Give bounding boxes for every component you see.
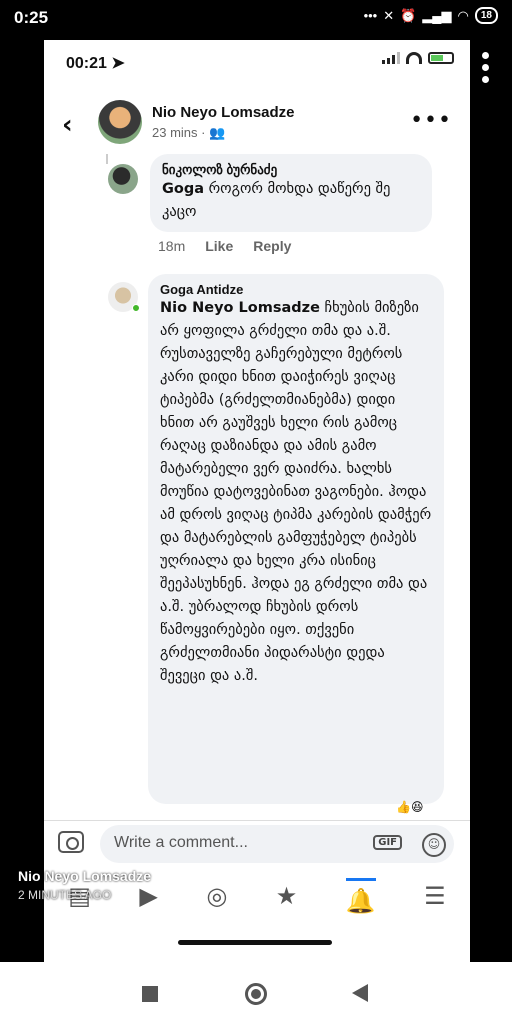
android-nav-bar xyxy=(0,962,512,1024)
recents-icon[interactable] xyxy=(142,986,158,1002)
watch-tab-icon[interactable]: ▶ xyxy=(139,882,157,910)
inner-clock: 00:21 ➤ xyxy=(66,55,125,72)
inner-status-bar: 00:21 ➤ xyxy=(44,40,470,84)
wifi-icon: ◠ xyxy=(457,7,469,23)
outer-status-icons: ••• ✕ ⏰ ▂▄▆ ◠ 18 xyxy=(364,7,498,24)
screenshot-phone: 00:21 ➤ ‹ Nio Neyo Lomsadze 23 mins · 👥 … xyxy=(44,40,470,962)
home-icon[interactable] xyxy=(245,983,267,1005)
outer-clock: 0:25 xyxy=(14,8,49,27)
comment-time: 18m xyxy=(158,238,186,254)
mute-icon: ✕ xyxy=(383,7,395,23)
marketplace-tab-icon[interactable]: ★ xyxy=(276,882,298,910)
post-meta: 23 mins · 👥 xyxy=(152,125,226,140)
mention[interactable]: Goga xyxy=(162,181,204,197)
comment-text: Nio Neyo Lomsadze ჩხუბის მიზეზი არ ყოფილ… xyxy=(160,300,432,684)
wifi-icon xyxy=(406,52,422,64)
battery-icon xyxy=(428,52,454,64)
friends-icon: 👥 xyxy=(209,125,226,140)
back-arrow-icon[interactable]: ‹ xyxy=(62,110,73,140)
story-overlay-time: 2 MINUTES AGO xyxy=(18,888,112,902)
avatar[interactable] xyxy=(98,100,142,144)
online-indicator xyxy=(132,304,140,312)
comment-author[interactable]: Goga Antidze xyxy=(160,282,432,297)
signal-icon: ▂▄▆ xyxy=(422,7,452,23)
home-indicator xyxy=(178,940,332,945)
signal-icon xyxy=(382,52,400,64)
gif-button[interactable]: GIF xyxy=(373,835,402,850)
menu-tab-icon[interactable]: ☰ xyxy=(424,882,446,910)
like-button[interactable]: Like xyxy=(205,238,233,254)
avatar[interactable] xyxy=(108,164,138,194)
comment-bubble: Goga Antidze Nio Neyo Lomsadze ჩხუბის მი… xyxy=(148,274,444,804)
comment-text: Goga როგორ მოხდა დაწერე შე კაცო xyxy=(162,181,391,220)
notifications-tab-icon[interactable]: 🔔 xyxy=(345,877,376,915)
alarm-icon: ⏰ xyxy=(400,7,417,23)
more-options-icon[interactable]: ••• xyxy=(410,108,452,133)
thread-line xyxy=(106,154,108,164)
camera-icon[interactable] xyxy=(58,831,84,853)
comment-composer: Write a comment... GIF ☺ xyxy=(44,820,470,868)
outer-status-bar: 0:25 ••• ✕ ⏰ ▂▄▆ ◠ 18 xyxy=(0,0,512,36)
profile-tab-icon[interactable]: ◎ xyxy=(206,882,227,910)
emoji-icon[interactable]: ☺ xyxy=(422,833,446,857)
comment-bubble: ნიკოლოზ ბურნაძე Goga როგორ მოხდა დაწერე … xyxy=(150,154,432,232)
back-icon[interactable] xyxy=(352,984,368,1002)
battery-icon: 18 xyxy=(474,7,498,24)
poster-name[interactable]: Nio Neyo Lomsadze xyxy=(152,104,295,121)
mention[interactable]: Nio Neyo Lomsadze xyxy=(160,300,320,316)
reply-button[interactable]: Reply xyxy=(253,238,291,254)
comment-author[interactable]: ნიკოლოზ ბურნაძე xyxy=(162,162,420,178)
inner-status-icons xyxy=(382,52,454,64)
comment-actions: 18m Like Reply xyxy=(158,238,291,254)
vertical-menu-icon[interactable] xyxy=(482,52,490,88)
more-dots-icon: ••• xyxy=(363,8,378,23)
story-overlay-name: Nio Neyo Lomsadze xyxy=(18,868,152,884)
reaction-icons[interactable]: 👍😆 xyxy=(396,800,423,814)
post-header: ‹ Nio Neyo Lomsadze 23 mins · 👥 ••• xyxy=(44,92,470,154)
